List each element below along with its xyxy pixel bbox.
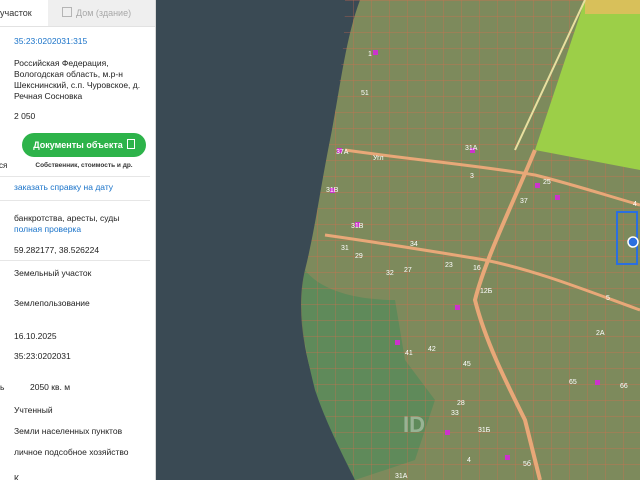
right-type-value: Землепользование (14, 298, 90, 308)
parcel-label: 37 (520, 198, 528, 205)
document-icon (126, 139, 135, 149)
info-panel: участок Дом (здание) 35:23:0202031:315 Р… (0, 0, 156, 480)
location-marker-icon[interactable] (627, 236, 639, 248)
parcel-label: 45 (463, 361, 471, 368)
parcel-label: 16 (473, 265, 481, 272)
date-value: 16.10.2025 (14, 331, 57, 341)
tab-parcel[interactable]: участок (0, 0, 48, 26)
area-label-cut: ь (0, 382, 5, 392)
parcel-label: 34 (410, 241, 418, 248)
building-icon (62, 7, 72, 17)
parcel-label: 41 (405, 350, 413, 357)
order-certificate-link[interactable]: заказать справку на дату (14, 182, 113, 192)
area-summary: 2 050 (14, 111, 36, 121)
field-strip (585, 0, 640, 14)
parcel-label: 33 (451, 410, 459, 417)
status-value: Учтенный (14, 405, 53, 415)
parcel-label: 2А (596, 330, 605, 337)
area-value: 2050 кв. м (30, 382, 71, 392)
parcel-label: 28 (457, 400, 465, 407)
full-check-link[interactable]: полная проверка (14, 224, 81, 234)
parcel-label: 25 (543, 179, 551, 186)
parcel-label: 4 (633, 201, 637, 208)
tab-bar: участок Дом (здание) (0, 0, 155, 27)
parcel-label: 66 (620, 383, 628, 390)
parcel-label: 31А (395, 473, 408, 480)
documents-button-label: Документы объекта (33, 140, 123, 150)
parcel-label: 23 (445, 262, 453, 269)
risk-text: банкротства, аресты, суды (14, 213, 120, 223)
quarter-value: 35:23:0202031 (14, 351, 71, 361)
parcel-label: 31А (465, 145, 478, 152)
parcel-label: 31 (341, 245, 349, 252)
parcel-label: 32 (386, 270, 394, 277)
category-value: Земли населенных пунктов (14, 426, 123, 436)
tab-building[interactable]: Дом (здание) (48, 0, 155, 26)
parcel-label: 12Б (480, 288, 493, 295)
parcel-label: 3 (470, 173, 474, 180)
parcel-label: 5б (523, 460, 531, 468)
parcel-label: 5 (606, 295, 610, 302)
divider (0, 176, 150, 177)
parcel-label: 31В (326, 187, 339, 194)
parcel-label: 42 (428, 346, 436, 353)
parcel-label: 51 (361, 90, 369, 97)
parcel-label: 37А (336, 149, 349, 156)
divider (0, 260, 150, 261)
parcel-label: 31В (351, 223, 364, 230)
documents-button[interactable]: Документы объекта (22, 133, 146, 157)
parcel-label: 1 (368, 51, 372, 58)
parcel-label: 31Б (478, 427, 491, 434)
cut-label: ся (0, 161, 8, 170)
parcel-label: 4 (467, 457, 471, 464)
parcel-label: 27 (404, 267, 412, 274)
street-label: Угл (373, 155, 384, 162)
watermark-logo: ID (403, 412, 425, 437)
cadastral-number[interactable]: 35:23:0202031:315 (14, 36, 87, 46)
parcel-label: 29 (355, 253, 363, 260)
coordinates: 59.282177, 38.526224 (14, 245, 100, 255)
permitted-use-value: личное подсобное хозяйство (14, 447, 129, 457)
address-text: Российская Федерация, Вологодская област… (14, 58, 141, 101)
tab-building-label: Дом (здание) (76, 8, 132, 18)
cadastral-map[interactable]: Угл 1 51 37А 31В 31В 31 34 27 23 29 32 3… (155, 0, 640, 480)
divider (0, 200, 150, 201)
parcel-label: 65 (569, 379, 577, 386)
last-row-cut: К (14, 473, 19, 480)
object-type-value: Земельный участок (14, 268, 92, 278)
documents-subtitle: Собственник, стоимость и др. (35, 162, 133, 169)
